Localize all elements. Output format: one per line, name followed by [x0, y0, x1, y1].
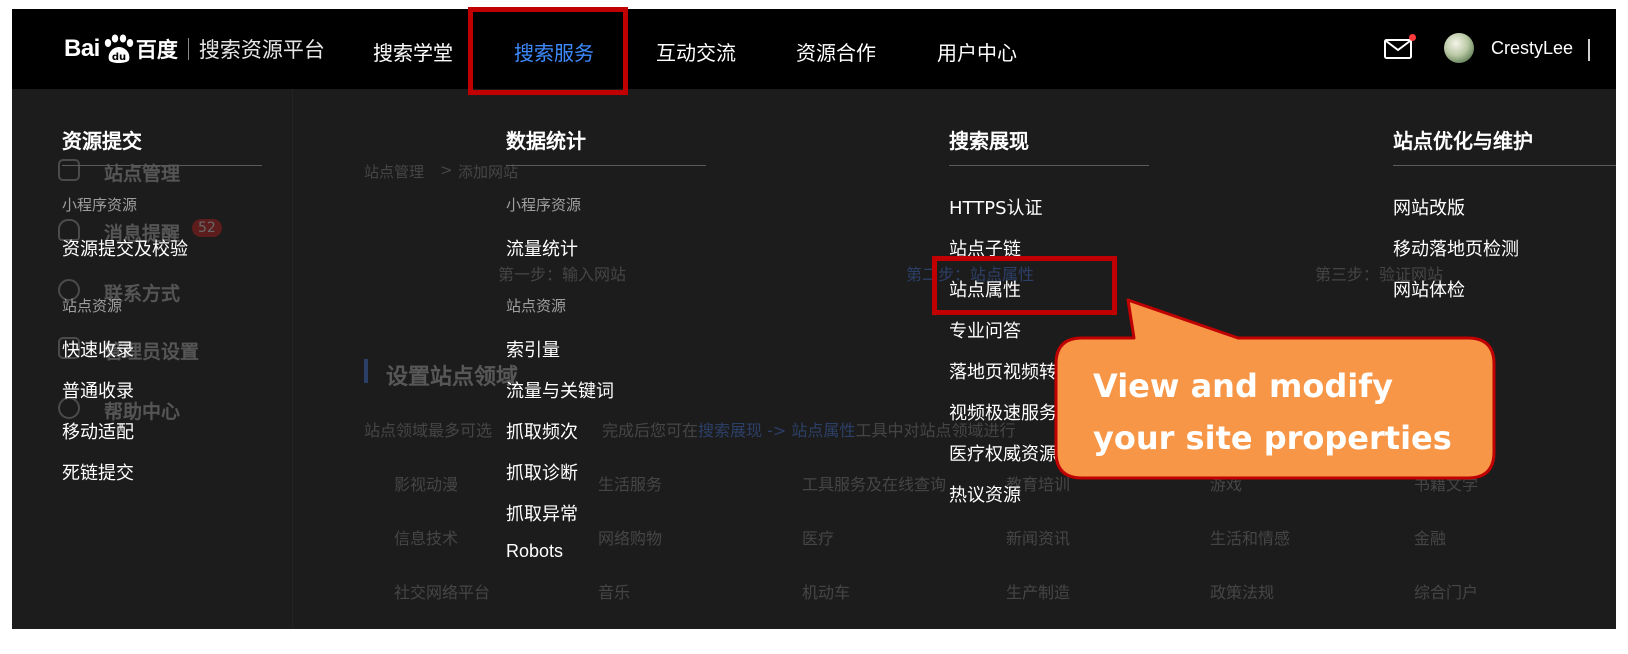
avatar[interactable]: [1444, 33, 1474, 63]
callout-text: View and modify your site properties: [1093, 367, 1452, 457]
menu-column-optimize: 站点优化与维护 网站改版 移动落地页检测 网站体检: [1393, 125, 1616, 301]
svg-text:du: du: [112, 52, 126, 63]
menu-item-resource-submit[interactable]: 资源提交及校验: [62, 235, 188, 261]
menu-item-robots[interactable]: Robots: [506, 541, 563, 562]
menu-item-sitelinks[interactable]: 站点子链: [949, 235, 1021, 261]
domain-option[interactable]: 机动车: [802, 579, 850, 603]
menu-item-normal-index[interactable]: 普通收录: [62, 377, 134, 403]
link-search-display[interactable]: 搜索展现: [698, 421, 762, 440]
nav-resource-coop[interactable]: 资源合作: [796, 37, 876, 66]
link-site-props[interactable]: 站点属性: [791, 421, 855, 440]
menu-item-deadlink[interactable]: 死链提交: [62, 459, 134, 485]
app-frame: 站点管理 消息提醒 52 联系方式 管理员设置 帮助中心 站点管理 > 添加网站…: [12, 9, 1616, 629]
domain-option[interactable]: 书籍文学: [1414, 471, 1478, 495]
baidu-paw-icon: du: [104, 34, 134, 63]
menu-category: 小程序资源: [506, 196, 582, 214]
domain-option[interactable]: 金融: [1414, 525, 1446, 549]
domain-option[interactable]: 网络购物: [598, 525, 662, 549]
domain-option[interactable]: 政策法规: [1210, 579, 1274, 603]
baidu-logo[interactable]: Bai du 百度 搜索资源平台: [64, 31, 325, 67]
menu-item-index-volume[interactable]: 索引量: [506, 336, 560, 362]
domain-option[interactable]: 社交网络平台: [394, 579, 490, 603]
menu-item-crawl-errors[interactable]: 抓取异常: [506, 500, 578, 526]
domain-option[interactable]: 音乐: [598, 579, 630, 603]
menu-column-display: 搜索展现 HTTPS认证 站点子链 站点属性 专业问答 落地页视频转 视频极速服…: [949, 125, 1149, 506]
menu-item-crawl-diagnosis[interactable]: 抓取诊断: [506, 459, 578, 485]
domain-option[interactable]: 游戏: [1210, 471, 1242, 495]
domain-option[interactable]: 生产制造: [1006, 579, 1070, 603]
menu-item-landing-video[interactable]: 落地页视频转: [949, 358, 1057, 384]
domain-option[interactable]: 生活服务: [598, 471, 662, 495]
menu-heading: 资源提交: [62, 129, 142, 153]
message-count-badge: 52: [192, 219, 222, 237]
domain-option[interactable]: 医疗: [802, 525, 834, 549]
menu-item-pro-qa[interactable]: 专业问答: [949, 317, 1021, 343]
domain-option[interactable]: 综合门户: [1414, 579, 1478, 603]
domain-option[interactable]: 新闻资讯: [1006, 525, 1070, 549]
menu-item-fast-index[interactable]: 快速收录: [62, 336, 134, 362]
menu-category: 站点资源: [506, 297, 567, 315]
menu-item-https[interactable]: HTTPS认证: [949, 194, 1043, 220]
menu-item-traffic[interactable]: 流量统计: [506, 235, 578, 261]
menu-column-stats: 数据统计 小程序资源 流量统计 站点资源 索引量 流量与关键词 抓取频次 抓取诊…: [506, 125, 706, 561]
menu-item-medical-authority[interactable]: 医疗权威资源: [949, 440, 1057, 466]
menu-item-hot-topics[interactable]: 热议资源: [949, 481, 1021, 507]
nav-search-school[interactable]: 搜索学堂: [373, 37, 453, 66]
menu-category: 小程序资源: [62, 196, 138, 214]
background-page: 站点管理 消息提醒 52 联系方式 管理员设置 帮助中心 站点管理 > 添加网站…: [12, 89, 1616, 629]
section-title: 设置站点领域: [386, 365, 519, 390]
domain-option[interactable]: 生活和情感: [1210, 525, 1290, 549]
menu-heading: 数据统计: [506, 129, 586, 153]
top-nav: Bai du 百度 搜索资源平台 搜索学堂 搜索服务 互动交流 资源合作 用户中…: [12, 9, 1616, 89]
menu-category: 站点资源: [62, 297, 123, 315]
unread-dot: [1409, 34, 1416, 41]
menu-item-site-revision[interactable]: 网站改版: [1393, 194, 1465, 220]
menu-item-site-checkup[interactable]: 网站体检: [1393, 276, 1465, 302]
menu-column-submit: 资源提交 小程序资源 资源提交及校验 站点资源 快速收录 普通收录 移动适配 死…: [62, 125, 262, 484]
menu-item-video-fast[interactable]: 视频极速服务: [949, 399, 1057, 425]
domain-option[interactable]: 工具服务及在线查询: [802, 471, 946, 495]
menu-item-crawl-frequency[interactable]: 抓取频次: [506, 418, 578, 444]
menu-item-mobile-landing-check[interactable]: 移动落地页检测: [1393, 235, 1519, 261]
nav-search-service[interactable]: 搜索服务: [514, 37, 594, 66]
menu-item-mobile-adapt[interactable]: 移动适配: [62, 418, 134, 444]
breadcrumb-sep: >: [440, 161, 453, 179]
menu-item-site-properties[interactable]: 站点属性: [949, 276, 1021, 302]
step-1: 第一步：输入网站: [498, 265, 627, 284]
menu-item-traffic-keywords[interactable]: 流量与关键词: [506, 377, 614, 403]
menu-heading: 站点优化与维护: [1393, 129, 1533, 153]
domain-option[interactable]: 影视动漫: [394, 471, 458, 495]
nav-user-center[interactable]: 用户中心: [937, 37, 1017, 66]
breadcrumb-site[interactable]: 站点管理: [364, 161, 424, 182]
domain-option[interactable]: 信息技术: [394, 525, 458, 549]
mail-icon[interactable]: [1384, 34, 1416, 59]
menu-heading: 搜索展现: [949, 129, 1029, 153]
domain-description: 站点领域最多可选 完成后您可在搜索展现 -> 站点属性工具中对站点领域进行: [364, 421, 1016, 440]
username[interactable]: CrestyLee: [1491, 38, 1573, 59]
nav-interaction[interactable]: 互动交流: [656, 37, 736, 66]
